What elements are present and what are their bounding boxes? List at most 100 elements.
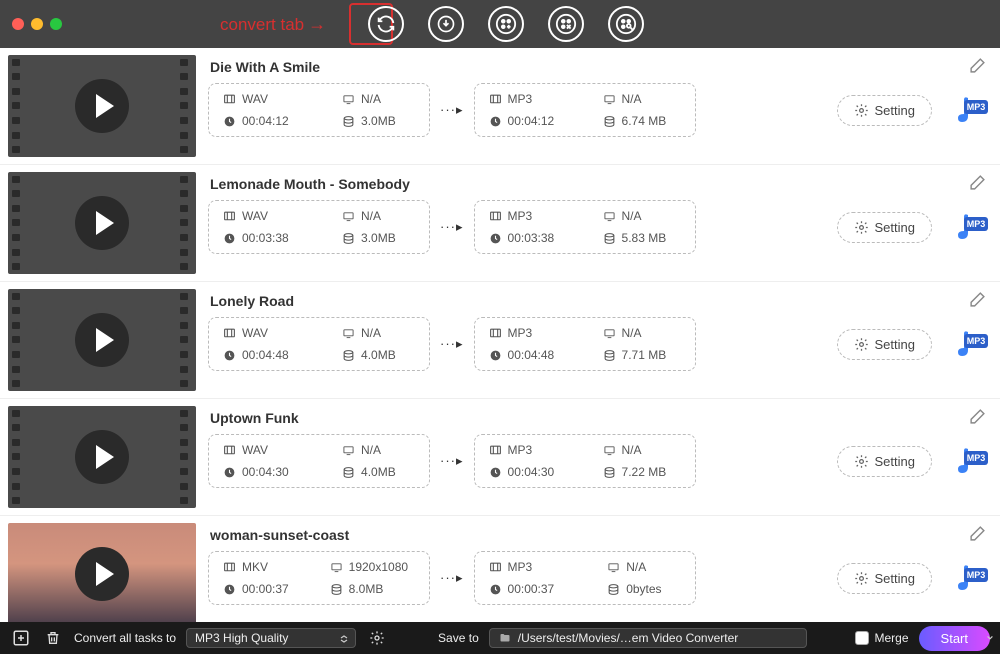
window-controls: [12, 18, 62, 30]
source-size: 4.0MB: [342, 465, 415, 479]
svg-text:MP3: MP3: [967, 453, 986, 463]
item-details: Lonely RoadWAVN/A00:04:484.0MB···▸MP3N/A…: [208, 289, 992, 391]
target-size: 0bytes: [607, 582, 680, 596]
item-setting-button[interactable]: Setting: [837, 329, 932, 360]
convert-arrow-icon: ···▸: [440, 336, 464, 352]
chevron-down-icon: [986, 634, 994, 642]
tab-download[interactable]: [428, 6, 464, 42]
conversion-row: WAVN/A00:03:383.0MB···▸MP3N/A00:03:385.8…: [208, 200, 992, 254]
item-thumbnail[interactable]: [8, 523, 196, 622]
arrow-right-icon: →: [308, 14, 326, 35]
download-circle-icon: [436, 14, 456, 34]
trash-icon: [45, 630, 61, 646]
convert-arrow-icon: ···▸: [440, 102, 464, 118]
resolution-icon: [603, 93, 616, 106]
setting-label: Setting: [875, 571, 915, 586]
close-window-button[interactable]: [12, 18, 24, 30]
play-icon: [96, 211, 114, 235]
tab-edit[interactable]: [488, 6, 524, 42]
item-setting-button[interactable]: Setting: [837, 563, 932, 594]
play-icon: [96, 562, 114, 586]
output-format-badge[interactable]: MP3: [948, 92, 992, 128]
item-thumbnail[interactable]: [8, 172, 196, 274]
target-duration: 00:00:37: [489, 582, 574, 596]
output-format-badge[interactable]: MP3: [948, 560, 992, 596]
item-title: Die With A Smile: [208, 55, 992, 83]
merge-toggle[interactable]: Merge: [855, 631, 909, 645]
item-thumbnail[interactable]: [8, 55, 196, 157]
gear-icon: [854, 454, 869, 469]
format-icon: [489, 93, 502, 106]
setting-label: Setting: [875, 103, 915, 118]
format-icon: [223, 444, 236, 457]
target-format: MP3: [489, 443, 569, 457]
resolution-icon: [603, 444, 616, 457]
item-details: woman-sunset-coastMKV1920x108000:00:378.…: [208, 523, 992, 622]
rename-button[interactable]: [969, 57, 986, 74]
target-size: 7.71 MB: [603, 348, 681, 362]
play-button[interactable]: [75, 430, 129, 484]
format-icon: [223, 561, 236, 574]
start-button[interactable]: Start: [919, 626, 990, 651]
list-item: Lonely RoadWAVN/A00:04:484.0MB···▸MP3N/A…: [0, 282, 1000, 399]
output-settings-button[interactable]: [366, 627, 388, 649]
output-format-badge[interactable]: MP3: [948, 326, 992, 362]
item-setting-button[interactable]: Setting: [837, 95, 932, 126]
conversion-row: WAVN/A00:04:484.0MB···▸MP3N/A00:04:487.7…: [208, 317, 992, 371]
resolution-icon: [603, 210, 616, 223]
disk-icon: [603, 466, 616, 479]
play-button[interactable]: [75, 79, 129, 133]
target-duration: 00:04:30: [489, 465, 569, 479]
tab-tools[interactable]: [608, 6, 644, 42]
minimize-window-button[interactable]: [31, 18, 43, 30]
gear-icon: [369, 630, 385, 646]
source-resolution: N/A: [342, 326, 415, 340]
clock-icon: [489, 349, 502, 362]
source-duration: 00:03:38: [223, 231, 308, 245]
item-setting-button[interactable]: Setting: [837, 446, 932, 477]
tab-compress[interactable]: [548, 6, 584, 42]
rename-button[interactable]: [969, 408, 986, 425]
play-button[interactable]: [75, 547, 129, 601]
disk-icon: [603, 349, 616, 362]
gear-icon: [854, 220, 869, 235]
resolution-icon: [342, 210, 355, 223]
source-size: 8.0MB: [330, 582, 415, 596]
target-duration: 00:03:38: [489, 231, 569, 245]
item-thumbnail[interactable]: [8, 406, 196, 508]
tab-convert[interactable]: [368, 6, 404, 42]
output-format-badge[interactable]: MP3: [948, 209, 992, 245]
format-icon: [223, 210, 236, 223]
folder-icon: [498, 632, 512, 644]
source-info-box: WAVN/A00:04:304.0MB: [208, 434, 430, 488]
target-format: MP3: [489, 209, 569, 223]
convert-all-select[interactable]: MP3 High Quality: [186, 628, 356, 648]
item-setting-button[interactable]: Setting: [837, 212, 932, 243]
source-duration: 00:00:37: [223, 582, 296, 596]
save-to-path-field[interactable]: /Users/test/Movies/…em Video Converter: [489, 628, 807, 648]
play-button[interactable]: [75, 313, 129, 367]
clock-icon: [489, 232, 502, 245]
target-info-box: MP3N/A00:03:385.83 MB: [474, 200, 696, 254]
target-resolution: N/A: [603, 443, 681, 457]
rename-button[interactable]: [969, 525, 986, 542]
source-info-box: WAVN/A00:04:123.0MB: [208, 83, 430, 137]
list-item: woman-sunset-coastMKV1920x108000:00:378.…: [0, 516, 1000, 622]
rename-button[interactable]: [969, 291, 986, 308]
add-task-button[interactable]: [10, 627, 32, 649]
source-format: WAV: [223, 443, 308, 457]
convert-arrow-icon: ···▸: [440, 453, 464, 469]
clock-icon: [489, 583, 502, 596]
svg-text:MP3: MP3: [967, 219, 986, 229]
maximize-window-button[interactable]: [50, 18, 62, 30]
convert-arrow-icon: ···▸: [440, 219, 464, 235]
rename-button[interactable]: [969, 174, 986, 191]
play-icon: [96, 94, 114, 118]
output-format-badge[interactable]: MP3: [948, 443, 992, 479]
remove-task-button[interactable]: [42, 627, 64, 649]
target-info-box: MP3N/A00:04:126.74 MB: [474, 83, 696, 137]
play-button[interactable]: [75, 196, 129, 250]
item-thumbnail[interactable]: [8, 289, 196, 391]
source-resolution: 1920x1080: [330, 560, 415, 574]
footer-bar: Convert all tasks to MP3 High Quality Sa…: [0, 622, 1000, 654]
